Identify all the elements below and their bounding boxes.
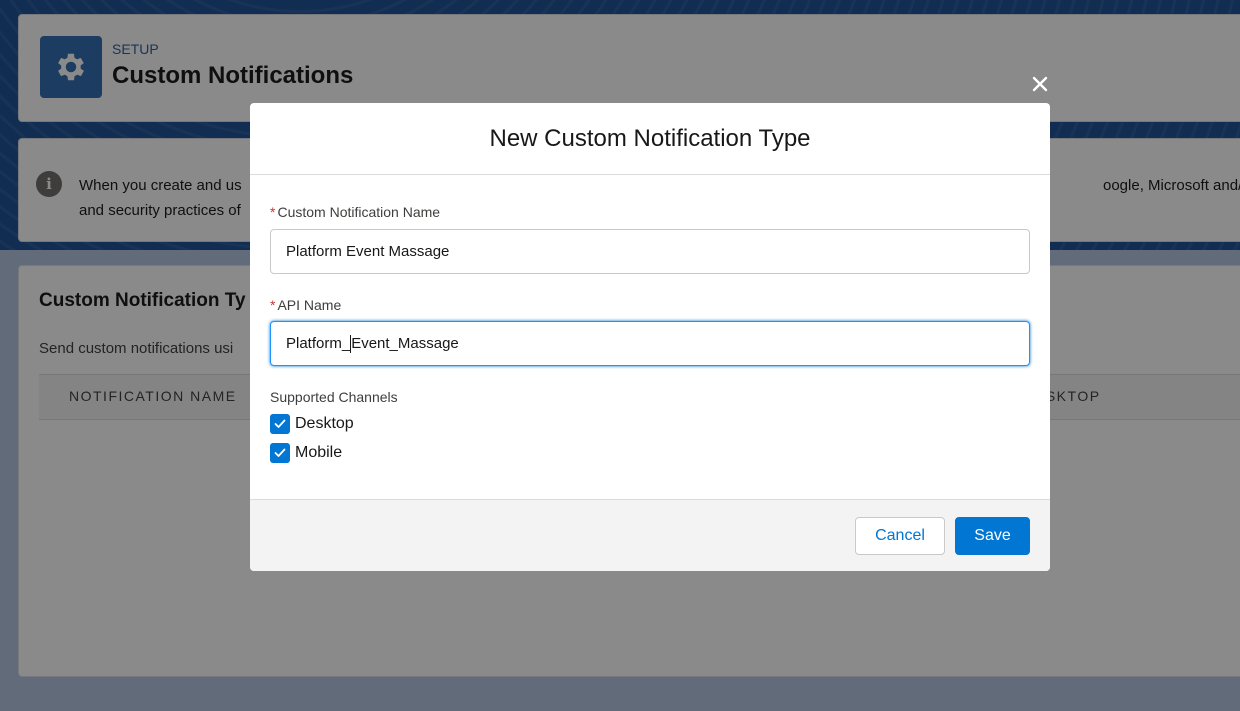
new-notification-type-modal: New Custom Notification Type * Custom Not…	[250, 103, 1050, 571]
close-icon[interactable]	[1027, 71, 1053, 97]
checkmark-icon	[274, 448, 286, 457]
mobile-checkbox[interactable]	[270, 443, 290, 463]
name-input-value: Platform Event Massage	[286, 243, 450, 260]
name-field-label-text: Custom Notification Name	[277, 204, 441, 220]
supported-channels-label: Supported Channels	[270, 389, 398, 405]
modal-title: New Custom Notification Type	[489, 124, 811, 152]
required-marker: *	[270, 204, 276, 220]
required-marker: *	[270, 297, 276, 313]
channel-desktop-option[interactable]: Desktop	[270, 414, 354, 434]
name-field-label: * Custom Notification Name	[270, 204, 440, 220]
desktop-checkbox[interactable]	[270, 414, 290, 434]
modal-footer: Cancel Save	[250, 499, 1050, 571]
custom-notification-name-input[interactable]: Platform Event Massage	[270, 229, 1030, 274]
modal-header: New Custom Notification Type	[250, 103, 1050, 175]
api-name-input[interactable]: Platform_ Event_Massage	[270, 321, 1030, 366]
channel-mobile-option[interactable]: Mobile	[270, 443, 342, 463]
save-button[interactable]: Save	[955, 517, 1030, 555]
api-name-value-start: Platform_	[286, 335, 351, 352]
checkmark-icon	[274, 419, 286, 428]
api-name-label-text: API Name	[277, 297, 342, 313]
cancel-button[interactable]: Cancel	[855, 517, 945, 555]
desktop-checkbox-label: Desktop	[295, 415, 354, 432]
mobile-checkbox-label: Mobile	[295, 444, 343, 461]
api-name-value-end: Event_Massage	[351, 335, 459, 352]
api-name-field-label: * API Name	[270, 297, 341, 313]
